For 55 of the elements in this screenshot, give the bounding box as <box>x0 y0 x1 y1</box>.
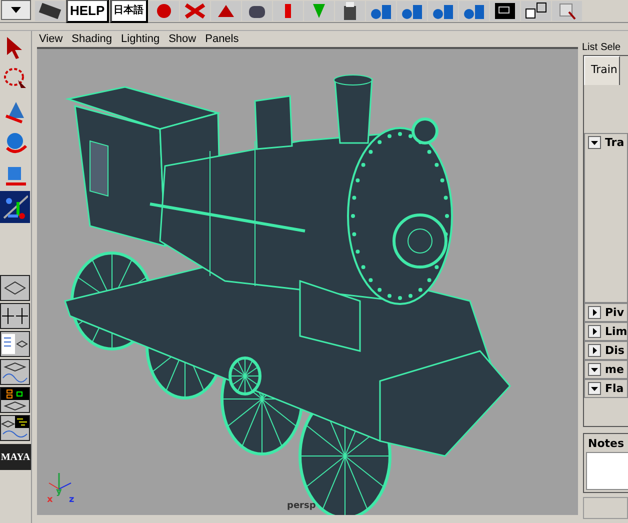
notes-label: Notes <box>587 436 626 450</box>
section-label: Lim <box>605 325 627 338</box>
menu-item[interactable]: Show <box>168 33 196 45</box>
dropdown-button[interactable] <box>1 0 31 20</box>
collapse-arrow-icon <box>591 368 598 372</box>
layout-button[interactable] <box>0 303 30 329</box>
layout-button[interactable] <box>0 387 30 413</box>
logo: MAYA <box>0 444 31 470</box>
expand-arrow-icon <box>592 309 596 316</box>
menu-item[interactable]: Lighting <box>121 33 160 45</box>
node-graph-icon <box>1 388 29 412</box>
window-icon[interactable] <box>492 2 517 20</box>
layout-button[interactable] <box>0 359 30 385</box>
film-icon[interactable] <box>35 1 65 21</box>
section-label: Fla <box>605 382 624 395</box>
section-header[interactable]: Lim <box>584 322 628 341</box>
axis-label: z <box>69 495 74 505</box>
section-header[interactable]: me <box>584 360 628 379</box>
status-field <box>583 497 628 519</box>
collapse-arrow-icon <box>591 140 598 144</box>
layout-button[interactable] <box>0 331 30 357</box>
camera-label: persp <box>287 501 316 511</box>
section-header[interactable]: Dis <box>584 341 628 360</box>
section-label: Piv <box>605 306 624 319</box>
axis-label: y <box>56 487 62 497</box>
menu-item[interactable]: Sele <box>600 42 621 52</box>
caret-icon <box>11 7 21 13</box>
section-header[interactable]: Piv <box>584 303 628 322</box>
outliner-view-icon <box>1 332 29 356</box>
menu-item[interactable]: View <box>39 33 63 45</box>
dope-sheet-icon <box>1 416 29 440</box>
tab[interactable]: Train <box>584 56 620 85</box>
section-header[interactable]: Fla <box>584 379 628 398</box>
section-header[interactable]: Tra <box>584 133 628 303</box>
help-button[interactable]: HELP <box>66 0 109 23</box>
section-label: Tra <box>605 136 624 149</box>
viewport[interactable]: x y z persp <box>37 47 578 515</box>
expand-arrow-icon <box>592 328 596 335</box>
notes-field[interactable] <box>586 452 628 490</box>
squares-icon[interactable] <box>524 2 548 20</box>
axis-label: x <box>47 495 53 505</box>
section-label: Dis <box>605 344 624 357</box>
menu-item[interactable]: Panels <box>205 33 239 45</box>
layout-button[interactable] <box>0 415 30 441</box>
collapse-arrow-icon <box>591 386 598 390</box>
language-button[interactable]: 日本語 <box>110 0 148 23</box>
manipulator-icon <box>2 194 28 220</box>
layout-button[interactable] <box>0 275 30 301</box>
graph-view-icon <box>1 360 29 384</box>
menu-item[interactable]: List <box>582 42 598 52</box>
expand-arrow-icon <box>592 347 596 354</box>
cross-icon[interactable] <box>182 2 207 20</box>
section-label: me <box>605 363 624 376</box>
menu-item[interactable]: Shading <box>72 33 112 45</box>
tool-button[interactable] <box>0 191 30 223</box>
